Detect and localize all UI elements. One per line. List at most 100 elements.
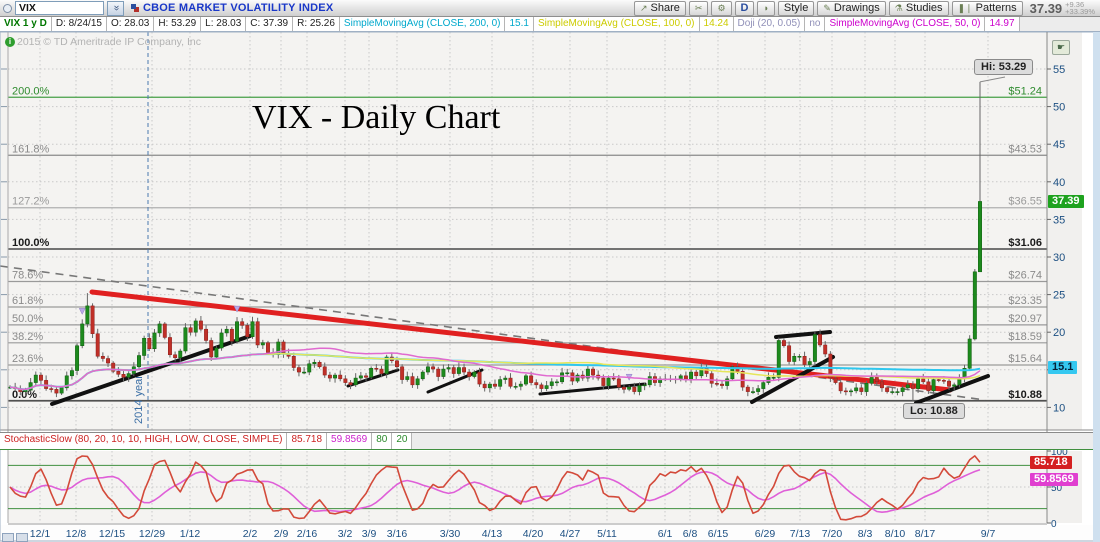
instrument-title: CBOE MARKET VOLATILITY INDEX <box>143 2 333 14</box>
style-button[interactable]: Style <box>778 1 814 16</box>
date-tick-label: 4/20 <box>523 528 544 540</box>
wrench-icon: ⚙ <box>717 3 725 14</box>
studies-label: Studies <box>906 2 943 14</box>
fib-price-label: $26.74 <box>1008 270 1042 282</box>
date-tick-label: 4/27 <box>560 528 581 540</box>
patterns-button[interactable]: ❚❘Patterns <box>952 1 1023 16</box>
price-tick-label: 30 <box>1053 252 1065 264</box>
date-tick-label: 7/13 <box>790 528 811 540</box>
price-tick-label: 45 <box>1053 139 1065 151</box>
price-tick-label: 55 <box>1053 64 1065 76</box>
sma200-axis-badge: 15.1 <box>1048 361 1077 374</box>
main-chart-plot[interactable] <box>8 32 1047 430</box>
fib-label: 161.8% <box>12 143 50 155</box>
fib-price-label: $20.97 <box>1008 313 1042 325</box>
fib-price-label: $23.35 <box>1008 295 1042 307</box>
stochastic-plot[interactable] <box>8 451 1047 523</box>
date-tick-label: 9/7 <box>981 528 996 540</box>
readout-cell[interactable]: SimpleMovingAvg (CLOSE, 100, 0) <box>534 17 700 31</box>
readout-cell[interactable]: Doji (20, 0.05) <box>734 17 806 31</box>
date-tick-label: 6/1 <box>658 528 673 540</box>
timeline-corner-buttons[interactable] <box>2 533 28 542</box>
readout-cell[interactable]: no <box>805 17 825 31</box>
price-tick-label: 40 <box>1053 177 1065 189</box>
stoch-k-axis-badge: 85.718 <box>1030 456 1072 469</box>
patterns-icon: ❚❘ <box>958 3 973 14</box>
style-label: Style <box>784 2 808 14</box>
date-tick-label: 6/29 <box>755 528 776 540</box>
price-tick-label: 20 <box>1053 327 1065 339</box>
date-tick-label: 12/29 <box>139 528 165 540</box>
readout-cell[interactable]: 14.24 <box>700 17 734 31</box>
date-tick-label: 12/1 <box>30 528 51 540</box>
stoch-readout-cell[interactable]: 80 <box>372 433 392 449</box>
hand-cursor-icon[interactable]: ☛ <box>1052 40 1070 55</box>
share-button[interactable]: ↗Share <box>634 1 686 16</box>
readout-cell: D: 8/24/15 <box>52 17 107 31</box>
stoch-readout-cell[interactable]: StochasticSlow (80, 20, 10, 10, HIGH, LO… <box>0 433 287 449</box>
chart-window: 200.0%$51.24161.8%$43.53127.2%$36.55100.… <box>0 0 1100 542</box>
fib-price-label: $43.53 <box>1008 143 1042 155</box>
toolbar-buttons: ↗Share ✂ ⚙ D ◗ Style ✎Drawings ⚗Studies … <box>634 1 1097 16</box>
stoch-readout-cell[interactable]: 59.8569 <box>327 433 372 449</box>
readout-cell: R: 25.26 <box>293 17 340 31</box>
symbol-input[interactable]: VIX <box>15 1 104 15</box>
stoch-readout-cell[interactable]: 20 <box>392 433 412 449</box>
fib-label: 78.6% <box>12 270 43 282</box>
date-tick-label: 12/15 <box>99 528 125 540</box>
price-tick-label: 25 <box>1053 290 1065 302</box>
price-tick-label: 35 <box>1053 214 1065 226</box>
date-tick-label: 3/30 <box>440 528 461 540</box>
readout-cell[interactable]: SimpleMovingAvg (CLOSE, 200, 0) <box>340 17 506 31</box>
readout-bar: VIX 1 y DD: 8/24/15O: 28.03H: 53.29L: 28… <box>0 17 1100 32</box>
date-tick-label: 5/11 <box>597 528 617 540</box>
date-tick-label: 6/15 <box>708 528 729 540</box>
fib-label: 200.0% <box>12 85 50 97</box>
date-tick-label: 8/3 <box>858 528 873 540</box>
readout-cell[interactable]: 15.1 <box>505 17 533 31</box>
fib-label: 61.8% <box>12 295 43 307</box>
chart-canvas: 200.0%$51.24161.8%$43.53127.2%$36.55100.… <box>0 0 1100 542</box>
share-label: Share <box>651 2 680 14</box>
alerts-button[interactable]: ◗ <box>757 1 774 16</box>
year-marker-label: 2014 year <box>133 375 145 424</box>
stoch-tick-label: 0 <box>1051 519 1057 530</box>
chevron-down-icon: » <box>110 5 122 11</box>
chart-title-annotation: VIX - Daily Chart <box>252 99 500 137</box>
date-tick-label: 2/9 <box>274 528 289 540</box>
date-tick-label: 3/9 <box>362 528 377 540</box>
date-tick-label: 4/13 <box>482 528 503 540</box>
flask-icon: ⚗ <box>895 3 903 14</box>
scissors-icon: ✂ <box>695 3 703 14</box>
symbol-dropdown-button[interactable]: » <box>107 1 124 16</box>
readout-cell: L: 28.03 <box>201 17 246 31</box>
price-tick-label: 10 <box>1053 402 1065 414</box>
tools-button[interactable]: ✂ <box>689 1 709 16</box>
stochastic-header-bar: StochasticSlow (80, 20, 10, 10, HIGH, LO… <box>0 432 1093 450</box>
link-icon <box>131 4 136 9</box>
info-icon[interactable]: i <box>5 37 15 47</box>
share-icon: ↗ <box>640 3 648 14</box>
drawings-button[interactable]: ✎Drawings <box>817 1 885 16</box>
settings-button[interactable]: ⚙ <box>711 1 731 16</box>
fib-label: 38.2% <box>12 331 43 343</box>
studies-button[interactable]: ⚗Studies <box>889 1 949 16</box>
date-tick-label: 3/16 <box>387 528 408 540</box>
copyright-text: 2015 © TD Ameritrade IP Company, Inc <box>17 36 201 48</box>
fib-price-label: $31.06 <box>1008 237 1042 249</box>
readout-cell[interactable]: 14.97 <box>985 17 1019 31</box>
readout-cell: VIX 1 y D <box>0 17 52 31</box>
price-tick-label: 50 <box>1053 102 1065 114</box>
timeframe-button[interactable]: D <box>735 1 755 16</box>
date-tick-label: 2/2 <box>243 528 258 540</box>
fib-price-label: $15.64 <box>1008 353 1042 365</box>
date-tick-label: 8/17 <box>915 528 936 540</box>
low-annotation-badge: Lo: 10.88 <box>903 403 965 419</box>
readout-cell: H: 53.29 <box>154 17 201 31</box>
megaphone-icon: ◗ <box>763 3 768 13</box>
fib-label: 50.0% <box>12 313 43 325</box>
stoch-d-axis-badge: 59.8569 <box>1030 473 1078 486</box>
stoch-readout-cell[interactable]: 85.718 <box>287 433 327 449</box>
window-right-edge <box>1093 17 1100 542</box>
readout-cell[interactable]: SimpleMovingAvg (CLOSE, 50, 0) <box>825 17 985 31</box>
